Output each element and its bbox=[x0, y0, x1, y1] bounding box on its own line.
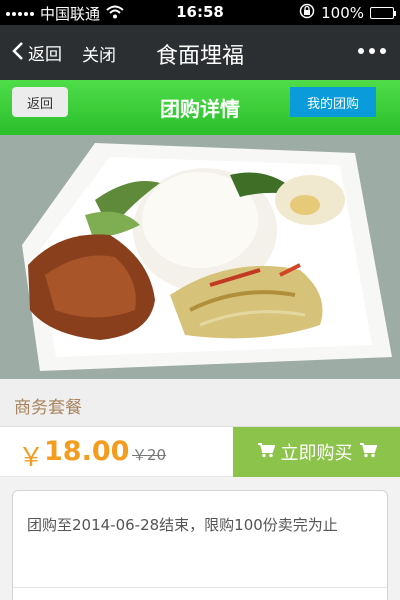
cart-icon bbox=[359, 442, 377, 463]
divider bbox=[13, 587, 387, 588]
nav-bar: 返回 关闭 食面埋福 bbox=[0, 25, 400, 80]
status-bar: 中国联通 16:58 100% bbox=[0, 0, 400, 25]
product-name-row: 商务套餐 bbox=[0, 379, 400, 427]
header-bar: 返回 团购详情 我的团购 bbox=[0, 80, 400, 135]
price-row: ￥ 18.00 ￥20 立即购买 bbox=[0, 427, 400, 477]
buy-now-button[interactable]: 立即购买 bbox=[233, 427, 400, 477]
deal-info-box: 团购至2014-06-28结束，限购100份卖完为止 bbox=[12, 490, 388, 600]
rotation-lock-icon bbox=[299, 3, 315, 23]
my-groupbuy-button[interactable]: 我的团购 bbox=[290, 87, 376, 117]
cart-icon bbox=[257, 442, 275, 463]
product-price: 18.00 bbox=[44, 436, 130, 467]
battery-icon bbox=[370, 7, 396, 19]
product-name: 商务套餐 bbox=[14, 398, 82, 418]
nav-title: 食面埋福 bbox=[155, 44, 244, 69]
deal-info-text: 团购至2014-06-28结束，限购100份卖完为止 bbox=[27, 516, 338, 534]
more-icon[interactable] bbox=[358, 48, 386, 54]
battery-percent: 100% bbox=[321, 4, 364, 22]
buy-now-label: 立即购买 bbox=[280, 443, 353, 464]
product-photo bbox=[0, 135, 400, 379]
original-price: ￥20 bbox=[132, 446, 167, 464]
currency-symbol: ￥ bbox=[18, 443, 45, 473]
